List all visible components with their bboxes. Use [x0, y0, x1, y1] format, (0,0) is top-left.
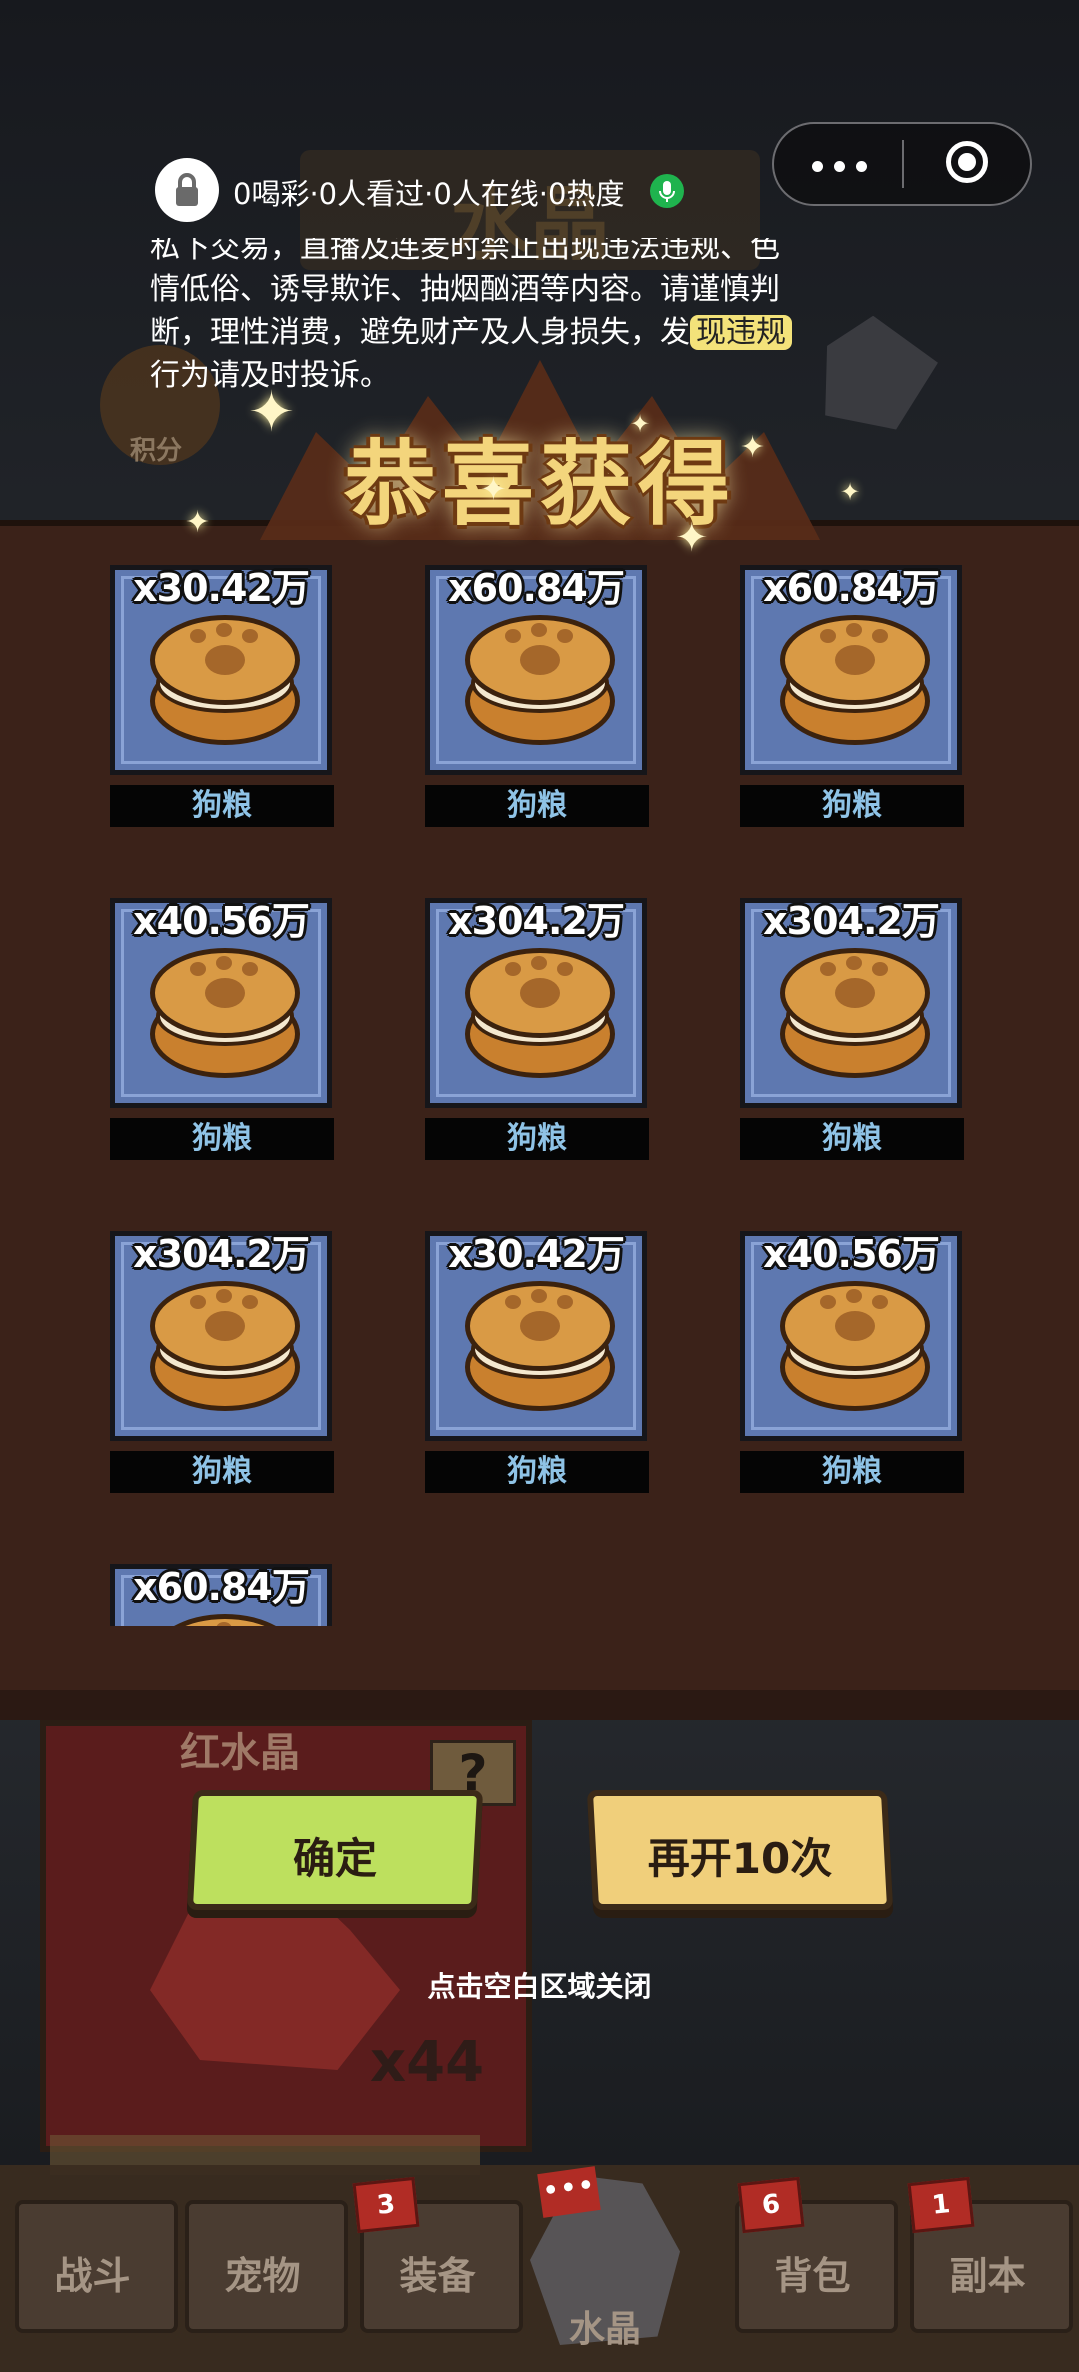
reward-item: x60.84万 狗粮: [740, 565, 970, 850]
item-name: 狗粮: [740, 785, 964, 827]
item-quantity: x304.2万: [448, 899, 625, 943]
dog-food-icon: [150, 1281, 300, 1411]
sparkle-icon: ✦: [185, 505, 211, 540]
close-hint: 点击空白区域关闭: [427, 1970, 652, 2003]
sparkle-icon: ✦: [675, 515, 709, 561]
reward-item: x60.84万 狗粮: [425, 565, 655, 850]
item-name: 狗粮: [425, 785, 649, 827]
open-again-button-label: 再开10次: [647, 1834, 833, 1883]
dog-food-icon: [780, 948, 930, 1078]
dog-food-icon: [780, 615, 930, 745]
bag-badge: 6: [737, 2176, 805, 2234]
sparkle-icon: ✦: [630, 410, 651, 438]
notice-line-3: 断，理性消费，避免财产及人身损失，发 现违规: [150, 311, 810, 354]
sparkle-icon: ✦: [840, 478, 861, 506]
item-quantity: x30.42万: [133, 566, 310, 610]
tab-dungeon-label: 副本: [949, 2254, 1026, 2298]
report-link[interactable]: 现违规: [690, 315, 792, 350]
item-quantity: x30.42万: [448, 1232, 625, 1276]
item-name: 狗粮: [740, 1118, 964, 1160]
reward-item: x40.56万 狗粮: [740, 1231, 970, 1516]
reward-item: x30.42万 狗粮: [425, 1231, 655, 1516]
dog-food-icon: [465, 1281, 615, 1411]
notice-line-1: 私下交易，直播及连麦时禁止出现违法违规、色: [150, 238, 780, 265]
dog-food-icon: [465, 615, 615, 745]
item-name: 狗粮: [110, 1118, 334, 1160]
more-dot-icon: [856, 161, 867, 172]
tab-crystal-label: 水晶: [568, 2309, 641, 2350]
close-miniprogram-button[interactable]: [920, 130, 1020, 200]
reward-panel-edge: [0, 1690, 1079, 1720]
score-label: 积分: [130, 436, 183, 466]
notice-line-4: 行为请及时投诉。: [150, 358, 390, 393]
item-name: 狗粮: [425, 1118, 649, 1160]
reward-item: x40.56万 狗粮: [110, 898, 340, 1183]
item-quantity: x60.84万: [133, 1565, 310, 1609]
tab-battle-label: 战斗: [54, 2254, 131, 2298]
dog-food-icon: [150, 615, 300, 745]
item-quantity: x40.56万: [763, 1232, 940, 1276]
equipment-badge: 3: [352, 2176, 420, 2234]
reward-item: x304.2万 狗粮: [740, 898, 970, 1183]
dog-food-icon: [465, 948, 615, 1078]
tab-pet-label: 宠物: [224, 2254, 301, 2298]
lock-icon: [176, 173, 198, 206]
item-name: 狗粮: [110, 1451, 334, 1493]
item-quantity: x304.2万: [133, 1232, 310, 1276]
sparkle-icon: ✦: [740, 430, 766, 465]
item-name: 狗粮: [425, 1451, 649, 1493]
target-dot-icon: [958, 153, 976, 171]
sparkle-icon: ✦: [480, 470, 507, 508]
reward-item: x30.42万 狗粮: [110, 565, 340, 850]
more-options-button[interactable]: [790, 130, 900, 200]
dog-food-icon: [150, 1614, 300, 1626]
tab-equipment-label: 装备: [399, 2254, 476, 2298]
reward-item: x304.2万 狗粮: [425, 898, 655, 1183]
live-stats: 0喝彩·0人看过·0人在线·0热度: [233, 177, 625, 211]
item-name: 狗粮: [110, 785, 334, 827]
item-quantity: x40.56万: [133, 899, 310, 943]
item-quantity: x304.2万: [763, 899, 940, 943]
dog-food-icon: [150, 948, 300, 1078]
reward-item: x304.2万 狗粮: [110, 1231, 340, 1516]
more-dot-icon: [834, 161, 845, 172]
crystal-card-title: 红水晶: [180, 1730, 300, 1776]
confirm-button-label: 确定: [292, 1834, 377, 1883]
tab-bag-label: 背包: [774, 2254, 851, 2298]
item-quantity: x60.84万: [448, 566, 625, 610]
notice-line-3-text: 断，理性消费，避免财产及人身损失，发: [150, 315, 690, 350]
live-notice: 私下交易，直播及连麦时禁止出现违法违规、色 情低俗、诱导欺诈、抽烟酗酒等内容。请…: [150, 238, 810, 397]
dog-food-icon: [780, 1281, 930, 1411]
reward-item: x60.84万: [110, 1564, 340, 1626]
more-dot-icon: [812, 161, 823, 172]
dungeon-badge: 1: [907, 2176, 975, 2234]
item-name: 狗粮: [740, 1451, 964, 1493]
reward-title: 恭喜获得: [343, 431, 736, 538]
capsule-divider: [902, 140, 904, 188]
microphone-icon[interactable]: [650, 174, 684, 208]
item-quantity: x60.84万: [763, 566, 940, 610]
crystal-count: x44: [370, 2030, 485, 2095]
notice-line-2: 情低俗、诱导欺诈、抽烟酗酒等内容。请谨慎判: [150, 272, 780, 307]
crystal-badge: •••: [537, 2166, 601, 2218]
